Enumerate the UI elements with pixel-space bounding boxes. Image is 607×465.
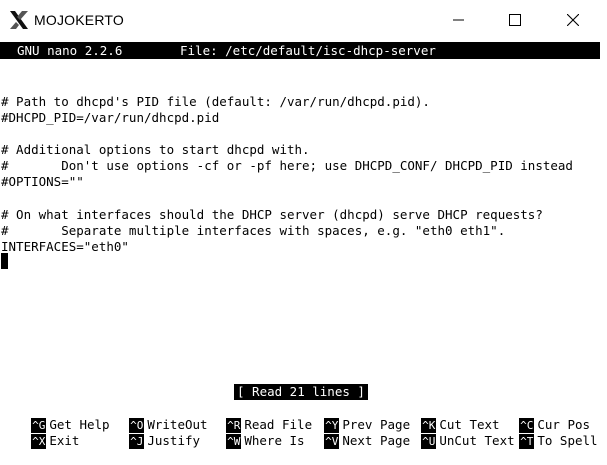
file-line[interactable]: INTERFACES="eth0" bbox=[1, 238, 129, 255]
window-titlebar: MOJOKERTO bbox=[0, 0, 607, 40]
file-line[interactable]: # On what interfaces should the DHCP ser… bbox=[1, 206, 543, 223]
file-line[interactable]: # Separate multiple interfaces with spac… bbox=[1, 222, 505, 239]
nano-header-bar: GNU nano 2.2.6 File: /etc/default/isc-dh… bbox=[0, 42, 600, 59]
status-message: [ Read 21 lines ] bbox=[234, 384, 368, 400]
file-line[interactable]: # Path to dhcpd's PID file (default: /va… bbox=[1, 93, 430, 110]
shortcut-get-help[interactable]: ^G Get Help bbox=[1, 401, 110, 433]
shortcut-label: Justify bbox=[147, 433, 201, 448]
nano-filename: File: /etc/default/isc-dhcp-server bbox=[180, 43, 436, 58]
shortcut-label: To Spell bbox=[537, 433, 598, 448]
file-line[interactable]: #DHCPD_PID=/var/run/dhcpd.pid bbox=[1, 109, 219, 126]
shortcut-key: ^X bbox=[31, 434, 47, 449]
shortcut-key: ^V bbox=[324, 434, 340, 449]
file-line[interactable]: #OPTIONS="" bbox=[1, 173, 84, 190]
shortcut-cur-pos[interactable]: ^C Cur Pos bbox=[489, 401, 590, 433]
shortcut-justify[interactable]: ^J Justify bbox=[99, 417, 200, 449]
file-line[interactable]: # Don't use options -cf or -pf here; use… bbox=[1, 157, 573, 174]
maximize-button[interactable] bbox=[492, 0, 538, 40]
maximize-icon bbox=[509, 14, 521, 26]
shortcut-to-spell[interactable]: ^T To Spell bbox=[489, 417, 598, 449]
shortcut-key: ^W bbox=[226, 434, 242, 449]
window-title: MOJOKERTO bbox=[34, 12, 124, 28]
close-button[interactable] bbox=[550, 0, 596, 40]
minimize-button[interactable] bbox=[436, 0, 482, 40]
shortcut-key: ^J bbox=[129, 434, 145, 449]
x-logo-icon bbox=[8, 10, 30, 30]
shortcut-writeout[interactable]: ^O WriteOut bbox=[99, 401, 208, 433]
text-cursor bbox=[1, 253, 8, 269]
terminal[interactable]: GNU nano 2.2.6 File: /etc/default/isc-dh… bbox=[0, 40, 607, 449]
shortcut-label: Exit bbox=[49, 433, 80, 448]
shortcut-exit[interactable]: ^X Exit bbox=[1, 417, 79, 449]
shortcut-where-is[interactable]: ^W Where Is bbox=[196, 417, 305, 449]
close-icon bbox=[567, 14, 579, 26]
minimize-icon bbox=[453, 14, 465, 26]
nano-version: GNU nano 2.2.6 bbox=[17, 43, 123, 58]
shortcut-cut-text[interactable]: ^K Cut Text bbox=[391, 401, 500, 433]
shortcut-key: ^U bbox=[421, 434, 437, 449]
shortcut-key: ^T bbox=[519, 434, 535, 449]
file-line[interactable]: # Additional options to start dhcpd with… bbox=[1, 141, 310, 158]
